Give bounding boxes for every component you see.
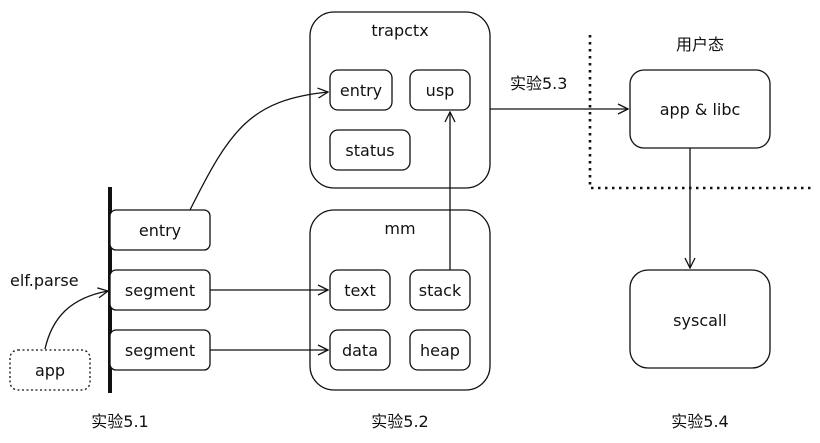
mm-heap-node: heap [409,329,471,371]
mm-text-label: text [344,281,376,300]
app-libc-node: app & libc [629,69,771,149]
syscall-node: syscall [629,269,771,369]
trapctx-status-label: status [345,141,394,160]
trapctx-status-node: status [329,129,411,171]
lab-5-4-label: 实验5.4 [671,412,728,431]
trapctx-title: trapctx [371,21,428,40]
mm-stack-node: stack [409,269,471,311]
lab-5-2-label: 实验5.2 [371,412,428,431]
lab-architecture-diagram: trapctx entry usp status mm text stack d… [9,11,812,431]
mm-title: mm [384,219,415,238]
elf-parse-label: elf.parse [10,271,79,290]
elf-entry-node: entry [109,209,211,251]
elf-entry-label: entry [139,221,181,240]
user-mode-label: 用户态 [676,35,724,54]
mm-data-label: data [342,341,378,360]
elf-segment-label-2: segment [125,341,195,360]
trapctx-entry-node: entry [329,69,393,111]
mm-stack-label: stack [419,281,462,300]
trapctx-usp-node: usp [409,69,471,111]
app-label: app [35,361,65,380]
lab-5-1-label: 实验5.1 [91,412,148,431]
trapctx-usp-label: usp [426,81,455,100]
arrow-entry-to-trapctx-entry [189,92,328,211]
elf-segment-node-1: segment [109,269,211,311]
syscall-label: syscall [673,311,727,330]
mm-data-node: data [329,329,391,371]
app-node: app [9,349,91,391]
trapctx-entry-label: entry [340,81,382,100]
app-libc-label: app & libc [660,100,741,119]
mm-heap-label: heap [420,341,460,360]
elf-segment-node-2: segment [109,329,211,371]
lab-5-3-label: 实验5.3 [510,74,567,93]
elf-segment-label-1: segment [125,281,195,300]
mm-text-node: text [329,269,391,311]
arrow-app-to-segment [44,291,108,350]
